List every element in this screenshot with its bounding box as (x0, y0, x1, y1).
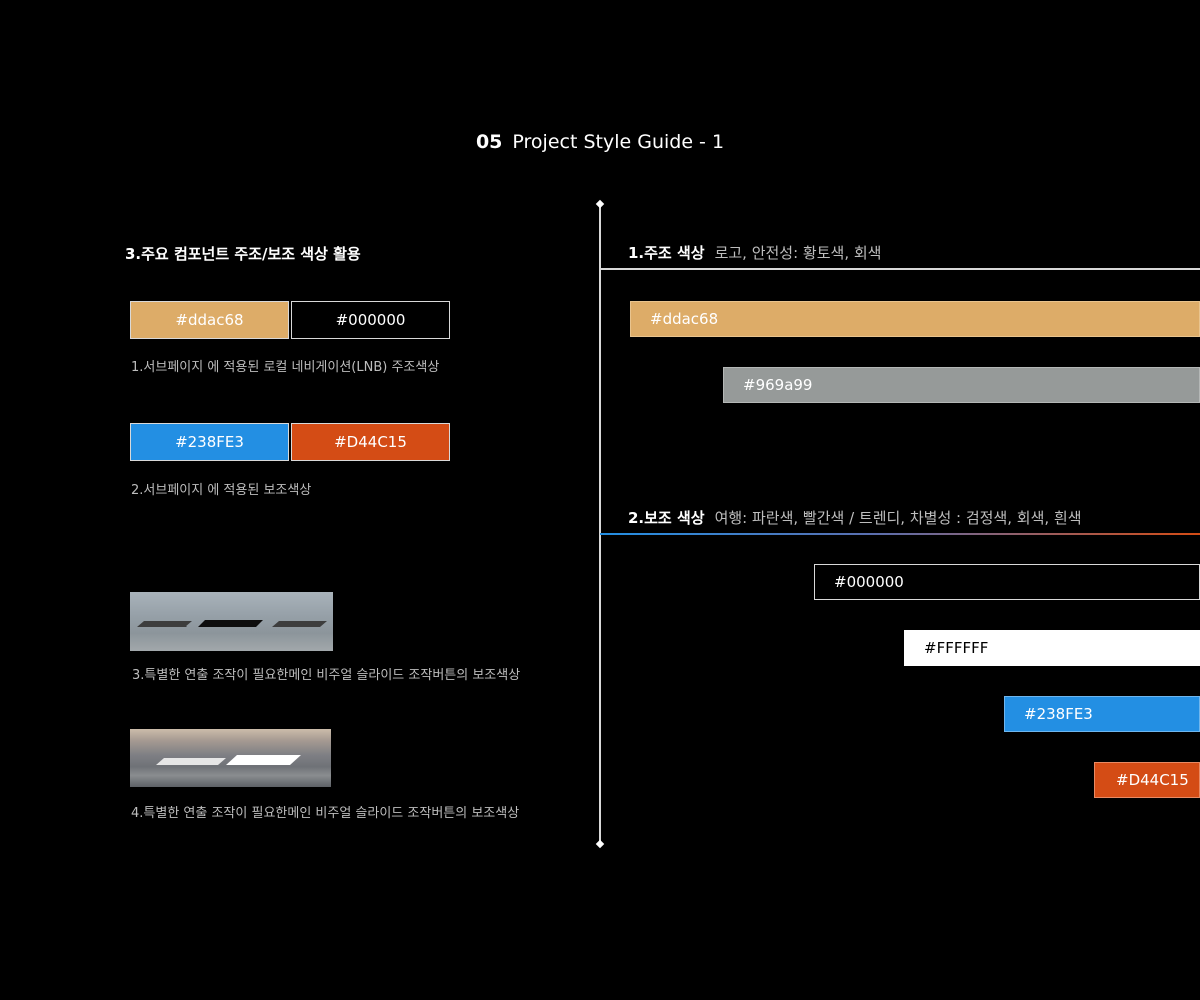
slide-control-dark-image (130, 592, 333, 651)
primary-colors-heading: 1.주조 색상 로고, 안전성: 황토색, 회색 (628, 242, 881, 264)
page-title: 05 Project Style Guide - 1 (0, 128, 1200, 156)
secondary-colors-title: 2.보조 색상 (628, 509, 705, 527)
vertical-divider (599, 204, 601, 844)
caption-secondary: 2.서브페이지 에 적용된 보조색상 (131, 483, 312, 498)
secondary-colors-heading: 2.보조 색상 여행: 파란색, 빨간색 / 트렌디, 차별성 : 검정색, 회색… (628, 507, 1082, 529)
section-number: 05 (475, 131, 503, 153)
primary-colors-title: 1.주조 색상 (628, 244, 705, 262)
bar-ddac68: #ddac68 (630, 301, 1200, 337)
caption-slide-white: 4.특별한 연출 조작이 필요한메인 비주얼 슬라이드 조작버튼의 보조색상 (131, 806, 520, 821)
secondary-underline (600, 533, 1200, 535)
bar-969a99: #969a99 (723, 367, 1200, 403)
swatch-ddac68: #ddac68 (130, 301, 289, 339)
bar-000000: #000000 (814, 564, 1200, 600)
divider-bottom-dot (595, 839, 605, 849)
caption-slide-dark: 3.특별한 연출 조작이 필요한메인 비주얼 슬라이드 조작버튼의 보조색상 (132, 668, 521, 683)
slide-indicator-white-graphic (156, 755, 301, 765)
components-heading: 3.주요 컴포넌트 주조/보조 색상 활용 (125, 245, 361, 263)
swatch-000000: #000000 (291, 301, 450, 339)
primary-underline (600, 268, 1200, 270)
swatch-238fe3: #238FE3 (130, 423, 289, 461)
slide-indicator-graphic (137, 620, 327, 627)
bar-238fe3: #238FE3 (1004, 696, 1200, 732)
secondary-colors-subtitle: 여행: 파란색, 빨간색 / 트렌디, 차별성 : 검정색, 회색, 흰색 (714, 509, 1082, 527)
bar-d44c15: #D44C15 (1094, 762, 1200, 798)
bar-ffffff: #FFFFFF (904, 630, 1200, 666)
swatch-d44c15: #D44C15 (291, 423, 450, 461)
slide-control-white-image (130, 729, 331, 787)
section-title: Project Style Guide - 1 (512, 131, 725, 153)
divider-top-dot (595, 199, 605, 209)
primary-colors-subtitle: 로고, 안전성: 황토색, 회색 (714, 244, 882, 262)
caption-lnb: 1.서브페이지 에 적용된 로컬 네비게이션(LNB) 주조색상 (131, 360, 440, 375)
